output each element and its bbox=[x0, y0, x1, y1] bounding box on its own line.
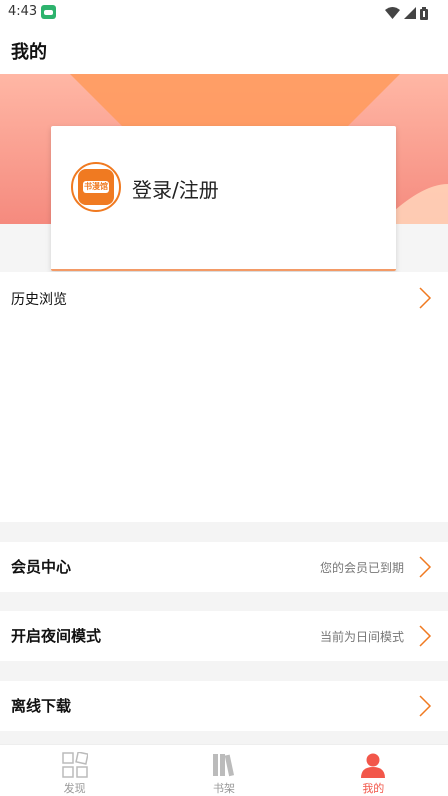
offline-download-row[interactable]: 离线下载 bbox=[0, 681, 448, 731]
tab-discover-label: 发现 bbox=[63, 782, 86, 795]
history-browse-label: 历史浏览 bbox=[11, 292, 67, 308]
books-icon bbox=[212, 754, 234, 777]
member-status: 您的会员已到期 bbox=[319, 561, 404, 575]
tab-mine-label: 我的 bbox=[362, 782, 385, 795]
notification-app-icon bbox=[41, 5, 56, 19]
chevron-right-icon bbox=[419, 287, 432, 309]
chevron-right-icon bbox=[419, 556, 432, 578]
history-list-area bbox=[0, 322, 448, 522]
grid-icon bbox=[61, 752, 88, 778]
page-title: 我的 bbox=[11, 42, 47, 63]
tab-mine[interactable]: 我的 bbox=[299, 745, 448, 796]
battery-icon bbox=[420, 6, 428, 20]
member-center-label: 会员中心 bbox=[11, 558, 72, 576]
app-logo-text: 书漫馆 bbox=[83, 181, 109, 193]
person-icon bbox=[361, 753, 386, 778]
section-divider bbox=[0, 592, 448, 611]
status-bar: 4:43 bbox=[0, 0, 448, 26]
night-mode-label: 开启夜间模式 bbox=[11, 627, 102, 645]
night-mode-row[interactable]: 开启夜间模式 当前为日间模式 bbox=[0, 611, 448, 661]
signal-icon bbox=[404, 7, 416, 19]
member-center-row[interactable]: 会员中心 您的会员已到期 bbox=[0, 542, 448, 592]
app-logo: 书漫馆 bbox=[71, 162, 121, 212]
wifi-icon bbox=[385, 7, 400, 19]
tab-discover[interactable]: 发现 bbox=[0, 745, 149, 796]
offline-download-label: 离线下载 bbox=[11, 697, 72, 715]
login-card[interactable]: 书漫馆 登录/注册 bbox=[51, 126, 396, 271]
bottom-tab-bar: 发现 书架 我的 bbox=[0, 744, 448, 796]
night-mode-status: 当前为日间模式 bbox=[319, 630, 404, 644]
chevron-right-icon bbox=[419, 625, 432, 647]
tab-bookshelf-label: 书架 bbox=[212, 782, 235, 795]
app-header: 我的 bbox=[0, 26, 448, 74]
section-divider bbox=[0, 522, 448, 542]
section-divider bbox=[0, 731, 448, 744]
tab-bookshelf[interactable]: 书架 bbox=[149, 745, 298, 796]
status-time: 4:43 bbox=[8, 4, 38, 19]
login-register-link[interactable]: 登录/注册 bbox=[132, 174, 219, 203]
status-indicators bbox=[385, 5, 428, 21]
section-divider bbox=[0, 661, 448, 681]
history-browse-row[interactable]: 历史浏览 bbox=[0, 272, 448, 322]
chevron-right-icon bbox=[419, 695, 432, 717]
